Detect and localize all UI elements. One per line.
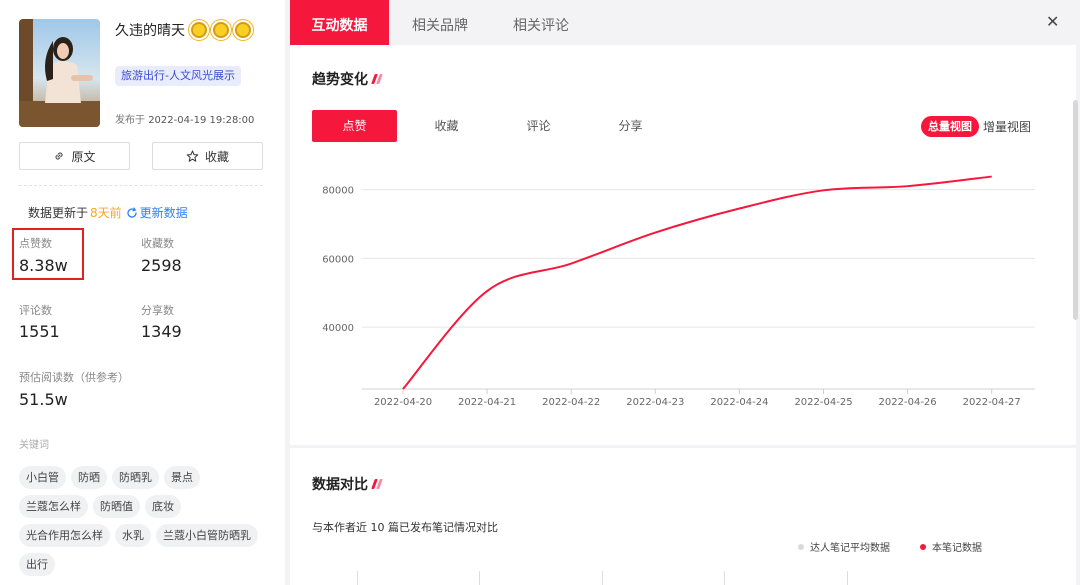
x-tick-label: 2022-04-26: [879, 397, 937, 408]
likes-value: 8.38w: [19, 256, 68, 275]
likes-label: 点赞数: [19, 237, 52, 250]
metric-tab-comments[interactable]: 评论: [496, 110, 581, 142]
compare-title: 数据对比: [312, 474, 383, 494]
view-toggle: 总量视图 增量视图: [921, 116, 1031, 137]
title-decoration-icon: [371, 74, 383, 84]
legend-this-label: 本笔记数据: [932, 543, 982, 554]
close-icon[interactable]: ✕: [1046, 12, 1059, 31]
increment-view-button[interactable]: 增量视图: [983, 118, 1031, 135]
keywords-title: 关键词: [19, 440, 49, 451]
x-tick-label: 2022-04-20: [374, 397, 432, 408]
y-tick-label: 60000: [322, 254, 354, 265]
keyword-tag[interactable]: 防晒乳: [112, 466, 159, 489]
x-tick-label: 2022-04-25: [794, 397, 852, 408]
collects-value: 2598: [141, 256, 182, 275]
legend-avg-label: 达人笔记平均数据: [810, 543, 890, 554]
legend-this[interactable]: 本笔记数据: [920, 539, 982, 554]
trend-card: 趋势变化 点赞 收藏 评论 分享 总量视图 增量视图 40000 60000 800…: [290, 45, 1076, 445]
shares-label: 分享数: [141, 304, 174, 317]
legend-avg-dot: [798, 543, 804, 550]
keyword-tag[interactable]: 小白管: [19, 466, 66, 489]
x-tick-label: 2022-04-23: [626, 397, 684, 408]
original-post-button[interactable]: 原文: [19, 142, 130, 170]
x-tick-label: 2022-04-22: [542, 397, 600, 408]
x-tick-label: 2022-04-24: [710, 397, 768, 408]
link-icon: [55, 152, 64, 160]
total-view-button[interactable]: 总量视图: [921, 116, 979, 137]
compare-subtitle: 与本作者近 10 篇已发布笔记情况对比: [312, 521, 498, 534]
cover-photo: [19, 19, 100, 127]
collect-label: 收藏: [204, 149, 229, 164]
comments-label: 评论数: [19, 304, 52, 317]
sun-badge-icon: [213, 22, 229, 38]
sun-badge-icon: [235, 22, 251, 38]
refresh-label: 更新数据: [139, 206, 188, 220]
compare-card: 数据对比 与本作者近 10 篇已发布笔记情况对比 达人笔记平均数据 本笔记数据: [290, 448, 1076, 585]
update-ago: 8天前: [90, 206, 122, 220]
compare-title-text: 数据对比: [312, 477, 368, 493]
trend-title-text: 趋势变化: [312, 72, 368, 88]
keyword-tag[interactable]: 防晒值: [93, 495, 140, 518]
comments-value: 1551: [19, 322, 60, 341]
reads-label: 预估阅读数（供参考）: [19, 371, 129, 384]
y-tick-label: 80000: [322, 186, 354, 197]
bar-gridline: [602, 571, 603, 585]
trend-line-chart: 40000 60000 80000 2022-04-20 2022-04-21 2022-…: [322, 175, 1035, 408]
metric-tab-collects[interactable]: 收藏: [404, 110, 489, 142]
legend-this-dot: [920, 543, 926, 550]
note-cover-image[interactable]: [19, 19, 100, 127]
author-line: 久违的晴天: [115, 20, 253, 40]
bar-gridline: [479, 571, 480, 585]
y-tick-label: 40000: [322, 323, 354, 334]
bar-gridline: [724, 571, 725, 585]
keyword-tag[interactable]: 兰蔻怎么样: [19, 495, 88, 518]
author-name[interactable]: 久违的晴天: [115, 20, 185, 40]
refresh-icon: [127, 206, 137, 218]
keyword-tag[interactable]: 光合作用怎么样: [19, 524, 110, 547]
series-line-likes: [402, 175, 992, 390]
sun-badge-icon: [191, 22, 207, 38]
reads-value: 51.5w: [19, 390, 68, 409]
legend-avg[interactable]: 达人笔记平均数据: [798, 539, 890, 554]
keyword-tag[interactable]: 水乳: [115, 524, 151, 547]
bar-gridline: [357, 571, 358, 585]
x-tick-label: 2022-04-27: [963, 397, 1021, 408]
keyword-tag[interactable]: 防晒: [71, 466, 107, 489]
metric-tab-shares[interactable]: 分享: [588, 110, 673, 142]
tab-related-comments[interactable]: 相关评论: [513, 0, 569, 45]
detail-tabs: 互动数据 相关品牌 相关评论: [290, 0, 1080, 45]
divider: [19, 185, 263, 186]
category-badge: 旅游出行-人文风光展示: [115, 66, 241, 86]
keyword-tag[interactable]: 出行: [19, 553, 55, 576]
keyword-tag[interactable]: 底妆: [145, 495, 181, 518]
trend-title: 趋势变化: [312, 69, 383, 89]
shares-value: 1349: [141, 322, 182, 341]
publish-time: 发布于 2022-04-19 19:28:00: [115, 111, 254, 126]
data-update-line: 数据更新于 8天前 更新数据: [28, 204, 188, 221]
publish-time-value: 2022-04-19 19:28:00: [148, 115, 255, 126]
bar-gridline: [847, 571, 848, 585]
keyword-tag[interactable]: 景点: [164, 466, 200, 489]
original-post-label: 原文: [71, 149, 96, 164]
x-tick-label: 2022-04-21: [458, 397, 516, 408]
note-info-panel: 久违的晴天 旅游出行-人文风光展示 发布于 2022-04-19 19:28:0…: [0, 0, 285, 585]
collects-label: 收藏数: [141, 237, 174, 250]
metric-tab-likes[interactable]: 点赞: [312, 110, 397, 142]
collect-button[interactable]: 收藏: [152, 142, 263, 170]
tab-interaction-data[interactable]: 互动数据: [290, 0, 389, 45]
update-prefix: 数据更新于: [28, 206, 89, 220]
keyword-tags: 小白管 防晒 防晒乳 景点兰蔻怎么样 防晒值 底妆光合作用怎么样 水乳 兰蔻小白管防晒乳出行: [19, 466, 269, 576]
publish-label: 发布于: [115, 115, 145, 126]
title-decoration-icon: [371, 479, 383, 489]
keyword-tag[interactable]: 兰蔻小白管防晒乳: [156, 524, 258, 547]
vertical-scrollbar[interactable]: [1073, 100, 1078, 320]
star-icon: [186, 150, 199, 162]
tab-related-brands[interactable]: 相关品牌: [412, 0, 468, 45]
refresh-data-button[interactable]: 更新数据: [126, 204, 188, 221]
